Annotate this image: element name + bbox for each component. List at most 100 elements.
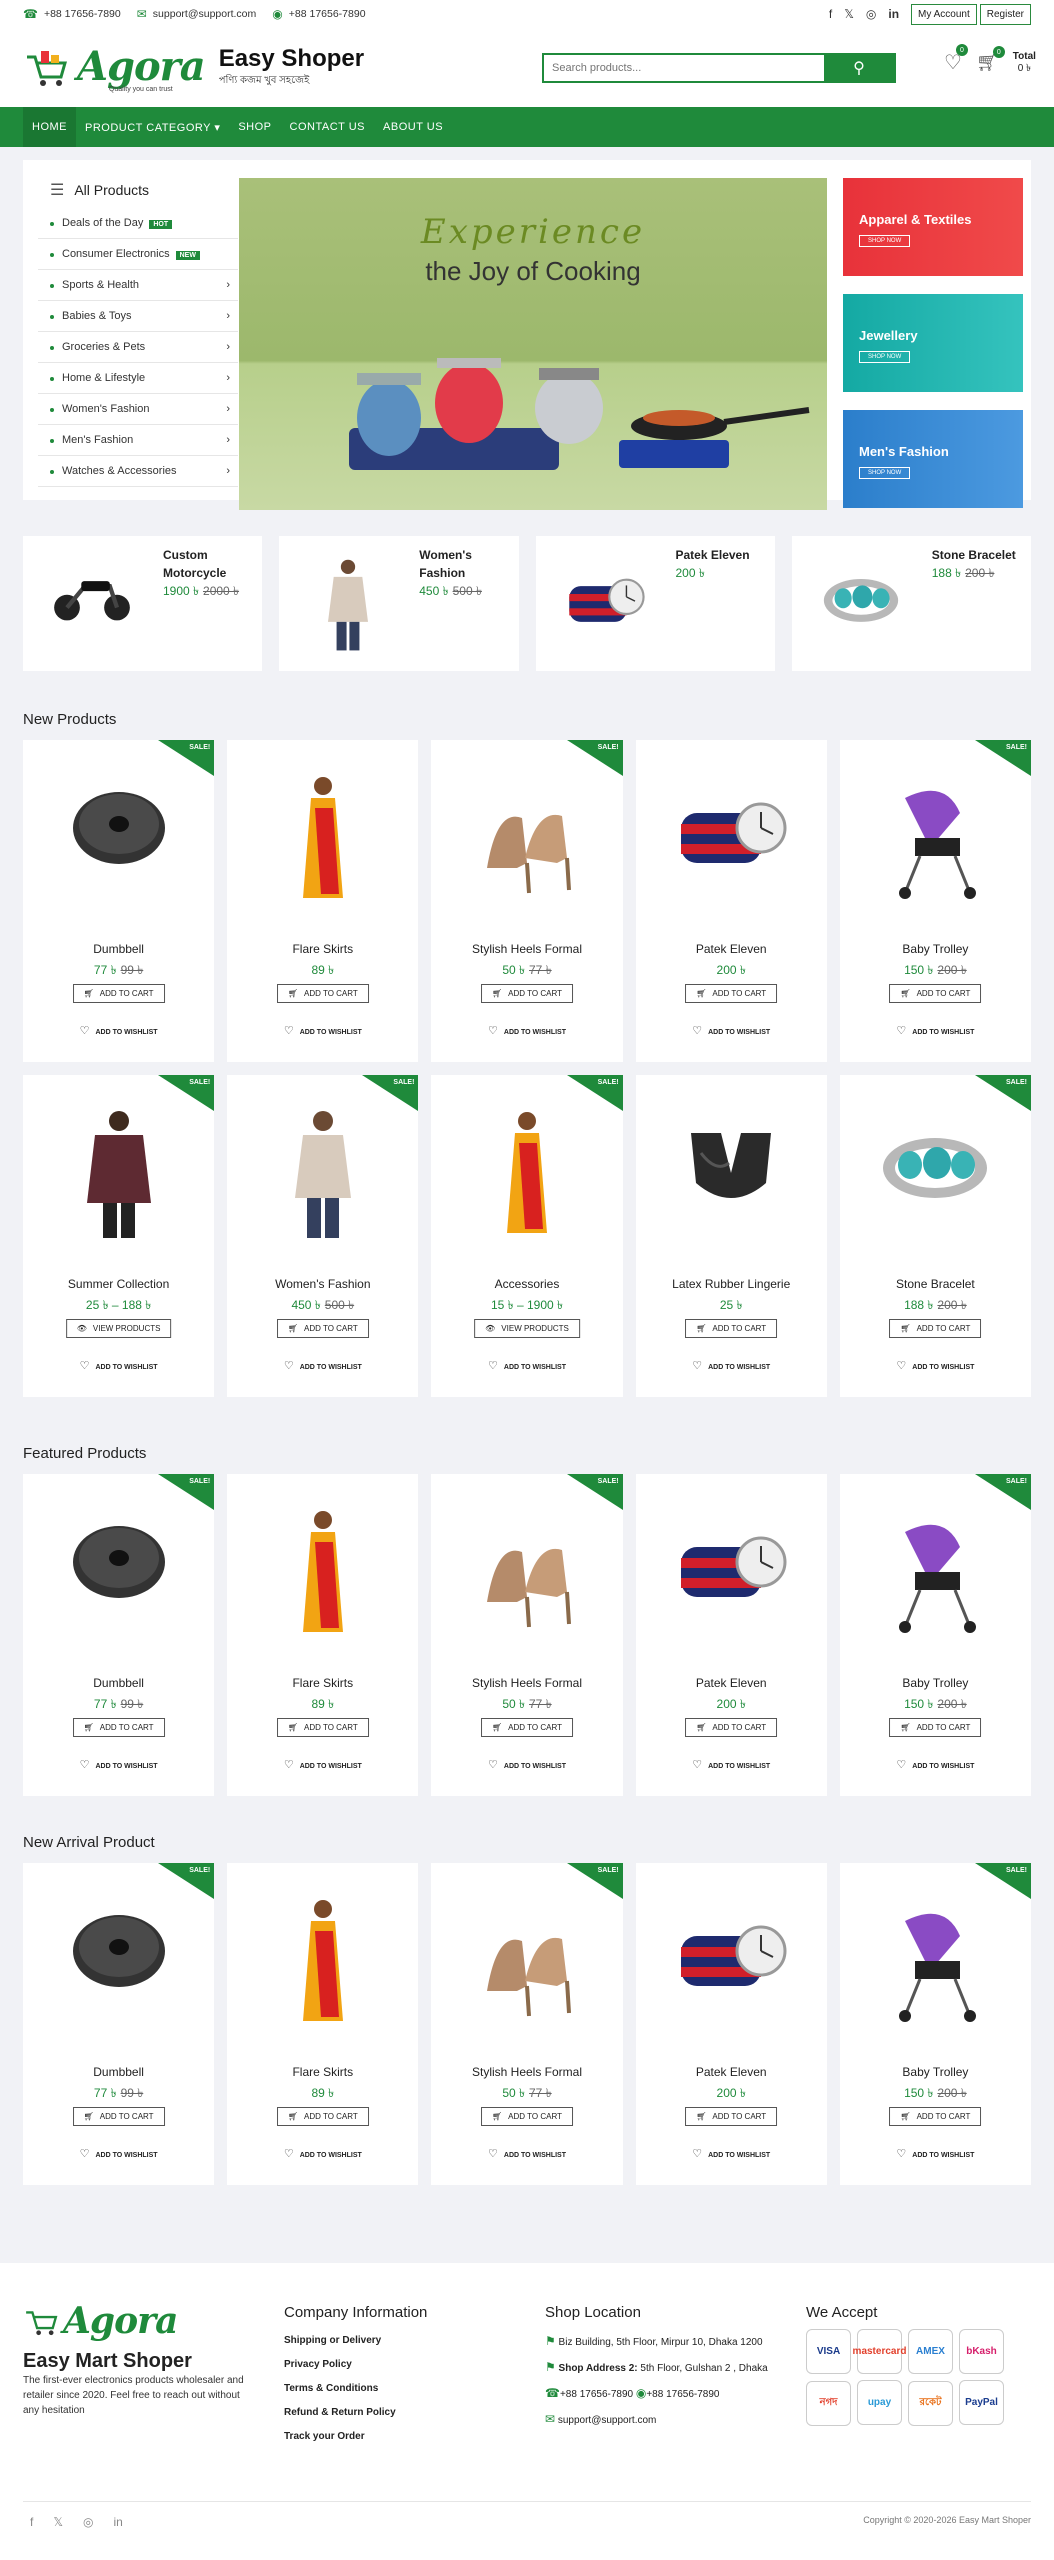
product-card[interactable]: SALE! Baby Trolley 150 ৳ 200 ৳ 🛒︎ ADD TO CART… bbox=[839, 740, 1032, 1062]
site-logo[interactable]: Agora Quality you can trust Easy Shoper … bbox=[23, 43, 364, 93]
product-name[interactable]: Stylish Heels Formal bbox=[431, 942, 622, 956]
product-name[interactable]: Dumbbell bbox=[23, 2065, 214, 2079]
product-name[interactable]: Dumbbell bbox=[23, 1676, 214, 1690]
product-image[interactable] bbox=[227, 1881, 418, 2041]
add-to-cart-button[interactable]: 🛒︎ ADD TO CART bbox=[889, 2107, 982, 2126]
instagram-icon[interactable]: ◎ bbox=[866, 7, 876, 21]
product-image[interactable] bbox=[227, 758, 418, 918]
product-image[interactable] bbox=[636, 1881, 827, 2041]
cart-icon[interactable]: 🛒︎ 0 bbox=[976, 46, 1005, 73]
product-name[interactable]: Women's Fashion bbox=[227, 1277, 418, 1291]
product-image[interactable] bbox=[431, 758, 622, 918]
footer-email[interactable]: ✉ support@support.com bbox=[545, 2407, 795, 2433]
link-track-order[interactable]: Track your Order bbox=[284, 2425, 427, 2449]
add-to-wishlist[interactable]: ♡ ADD TO WISHLIST bbox=[840, 1024, 1031, 1037]
add-to-cart-button[interactable]: 🛒︎ ADD TO CART bbox=[481, 2107, 573, 2126]
add-to-wishlist[interactable]: ♡ ADD TO WISHLIST bbox=[23, 2147, 214, 2160]
add-to-wishlist[interactable]: ♡ ADD TO WISHLIST bbox=[840, 1359, 1031, 1372]
nav-home[interactable]: HOME bbox=[23, 107, 76, 147]
featured-mini-card[interactable]: Stone Bracelet 188 ৳ 200 ৳ bbox=[791, 536, 1032, 671]
product-card[interactable]: SALE! Baby Trolley 150 ৳ 200 ৳ 🛒︎ ADD TO CART… bbox=[839, 1863, 1032, 2185]
add-to-wishlist[interactable]: ♡ ADD TO WISHLIST bbox=[227, 2147, 418, 2160]
add-to-cart-button[interactable]: 🛒︎ ADD TO CART bbox=[276, 1319, 369, 1338]
category-item[interactable]: Home & Lifestyle › bbox=[38, 363, 238, 394]
add-to-wishlist[interactable]: ♡ ADD TO WISHLIST bbox=[23, 1758, 214, 1771]
category-item[interactable]: Consumer Electronics NEW bbox=[38, 239, 238, 270]
product-name[interactable]: Patek Eleven bbox=[636, 1676, 827, 1690]
add-to-cart-button[interactable]: 🛒︎ ADD TO CART bbox=[72, 984, 165, 1003]
product-name[interactable]: Summer Collection bbox=[23, 1277, 214, 1291]
banner-mens-fashion[interactable]: Men's Fashion SHOP NOW bbox=[843, 410, 1023, 508]
product-name[interactable]: Flare Skirts bbox=[227, 1676, 418, 1690]
add-to-wishlist[interactable]: ♡ ADD TO WISHLIST bbox=[636, 1024, 827, 1037]
product-name[interactable]: Stone Bracelet bbox=[932, 546, 1032, 564]
link-refund[interactable]: Refund & Return Policy bbox=[284, 2401, 427, 2425]
product-image[interactable] bbox=[23, 758, 214, 918]
add-to-cart-button[interactable]: 🛒︎ ADD TO CART bbox=[685, 1718, 778, 1737]
product-image[interactable] bbox=[840, 758, 1031, 918]
product-image[interactable] bbox=[431, 1881, 622, 2041]
product-name[interactable]: Baby Trolley bbox=[840, 942, 1031, 956]
product-card[interactable]: SALE! Dumbbell 77 ৳ 99 ৳ 🛒︎ ADD TO CART ♡ ADD T… bbox=[23, 740, 215, 1062]
add-to-cart-button[interactable]: 🛒︎ ADD TO CART bbox=[685, 1319, 778, 1338]
nav-product-category[interactable]: PRODUCT CATEGORY ▾ bbox=[76, 107, 229, 147]
category-item[interactable]: Sports & Health › bbox=[38, 270, 238, 301]
whatsapp-contact[interactable]: ◉ +88 17656-7890 bbox=[272, 7, 365, 21]
add-to-cart-button[interactable]: 🛒︎ ADD TO CART bbox=[72, 1718, 165, 1737]
product-name[interactable]: Accessories bbox=[431, 1277, 622, 1291]
facebook-icon[interactable]: f bbox=[30, 2515, 33, 2529]
nav-shop[interactable]: SHOP bbox=[229, 107, 280, 147]
x-icon[interactable]: 𝕏 bbox=[53, 2515, 63, 2529]
category-item[interactable]: Groceries & Pets › bbox=[38, 332, 238, 363]
category-item[interactable]: Deals of the Day HOT bbox=[38, 208, 238, 239]
add-to-cart-button[interactable]: 🛒︎ ADD TO CART bbox=[481, 1718, 573, 1737]
x-icon[interactable]: 𝕏 bbox=[844, 7, 854, 21]
product-card[interactable]: Patek Eleven 200 ৳ 🛒︎ ADD TO CART ♡ ADD TO WI… bbox=[635, 1863, 827, 2185]
add-to-cart-button[interactable]: 🛒︎ ADD TO CART bbox=[276, 2107, 369, 2126]
add-to-wishlist[interactable]: ♡ ADD TO WISHLIST bbox=[840, 1758, 1031, 1771]
product-card[interactable]: SALE! Dumbbell 77 ৳ 99 ৳ 🛒︎ ADD TO CART ♡ ADD T… bbox=[23, 1863, 215, 2185]
product-name[interactable]: Baby Trolley bbox=[840, 1676, 1031, 1690]
product-card[interactable]: Latex Rubber Lingerie 25 ৳ 🛒︎ ADD TO CART ♡ A… bbox=[635, 1075, 827, 1397]
view-products-button[interactable]: 👁︎ VIEW PRODUCTS bbox=[65, 1319, 172, 1338]
view-products-button[interactable]: 👁︎ VIEW PRODUCTS bbox=[474, 1319, 580, 1338]
product-name[interactable]: Patek Eleven bbox=[636, 942, 827, 956]
add-to-wishlist[interactable]: ♡ ADD TO WISHLIST bbox=[23, 1024, 214, 1037]
linkedin-icon[interactable]: in bbox=[114, 2515, 123, 2529]
link-privacy[interactable]: Privacy Policy bbox=[284, 2353, 427, 2377]
nav-about[interactable]: ABOUT US bbox=[374, 107, 452, 147]
linkedin-icon[interactable]: in bbox=[888, 7, 899, 21]
product-card[interactable]: Patek Eleven 200 ৳ 🛒︎ ADD TO CART ♡ ADD TO WI… bbox=[635, 740, 827, 1062]
wishlist-icon[interactable]: ♡ 0 bbox=[944, 44, 968, 75]
product-card[interactable]: SALE! Stylish Heels Formal 50 ৳ 77 ৳ 🛒︎ ADD T… bbox=[431, 740, 623, 1062]
add-to-wishlist[interactable]: ♡ ADD TO WISHLIST bbox=[431, 1758, 622, 1771]
instagram-icon[interactable]: ◎ bbox=[83, 2515, 93, 2529]
add-to-wishlist[interactable]: ♡ ADD TO WISHLIST bbox=[431, 1359, 622, 1372]
product-name[interactable]: Patek Eleven bbox=[676, 546, 776, 564]
product-image[interactable] bbox=[636, 1093, 827, 1253]
add-to-wishlist[interactable]: ♡ ADD TO WISHLIST bbox=[636, 1758, 827, 1771]
add-to-cart-button[interactable]: 🛒︎ ADD TO CART bbox=[276, 1718, 369, 1737]
product-image[interactable] bbox=[227, 1492, 418, 1652]
add-to-wishlist[interactable]: ♡ ADD TO WISHLIST bbox=[227, 1024, 418, 1037]
facebook-icon[interactable]: f bbox=[829, 7, 832, 21]
register-button[interactable]: Register bbox=[979, 3, 1031, 25]
add-to-wishlist[interactable]: ♡ ADD TO WISHLIST bbox=[23, 1359, 214, 1372]
product-name[interactable]: Patek Eleven bbox=[636, 2065, 827, 2079]
add-to-wishlist[interactable]: ♡ ADD TO WISHLIST bbox=[840, 2147, 1031, 2160]
link-terms[interactable]: Terms & Conditions bbox=[284, 2377, 427, 2401]
product-image[interactable] bbox=[23, 1093, 214, 1253]
footer-phones[interactable]: ☎+88 17656-7890 ◉+88 17656-7890 bbox=[545, 2381, 795, 2407]
product-name[interactable]: Flare Skirts bbox=[227, 2065, 418, 2079]
product-name[interactable]: Women's Fashion bbox=[419, 546, 519, 582]
featured-mini-card[interactable]: Women's Fashion 450 ৳ 500 ৳ bbox=[279, 536, 519, 671]
add-to-wishlist[interactable]: ♡ ADD TO WISHLIST bbox=[431, 2147, 622, 2160]
category-item[interactable]: Men's Fashion › bbox=[38, 425, 238, 456]
search-input[interactable] bbox=[544, 55, 824, 81]
category-item[interactable]: Watches & Accessories › bbox=[38, 456, 238, 487]
add-to-cart-button[interactable]: 🛒︎ ADD TO CART bbox=[276, 984, 369, 1003]
footer-logo[interactable]: Agora bbox=[23, 2303, 248, 2339]
add-to-cart-button[interactable]: 🛒︎ ADD TO CART bbox=[889, 1718, 982, 1737]
add-to-cart-button[interactable]: 🛒︎ ADD TO CART bbox=[685, 984, 778, 1003]
link-shipping[interactable]: Shipping or Delivery bbox=[284, 2329, 427, 2353]
